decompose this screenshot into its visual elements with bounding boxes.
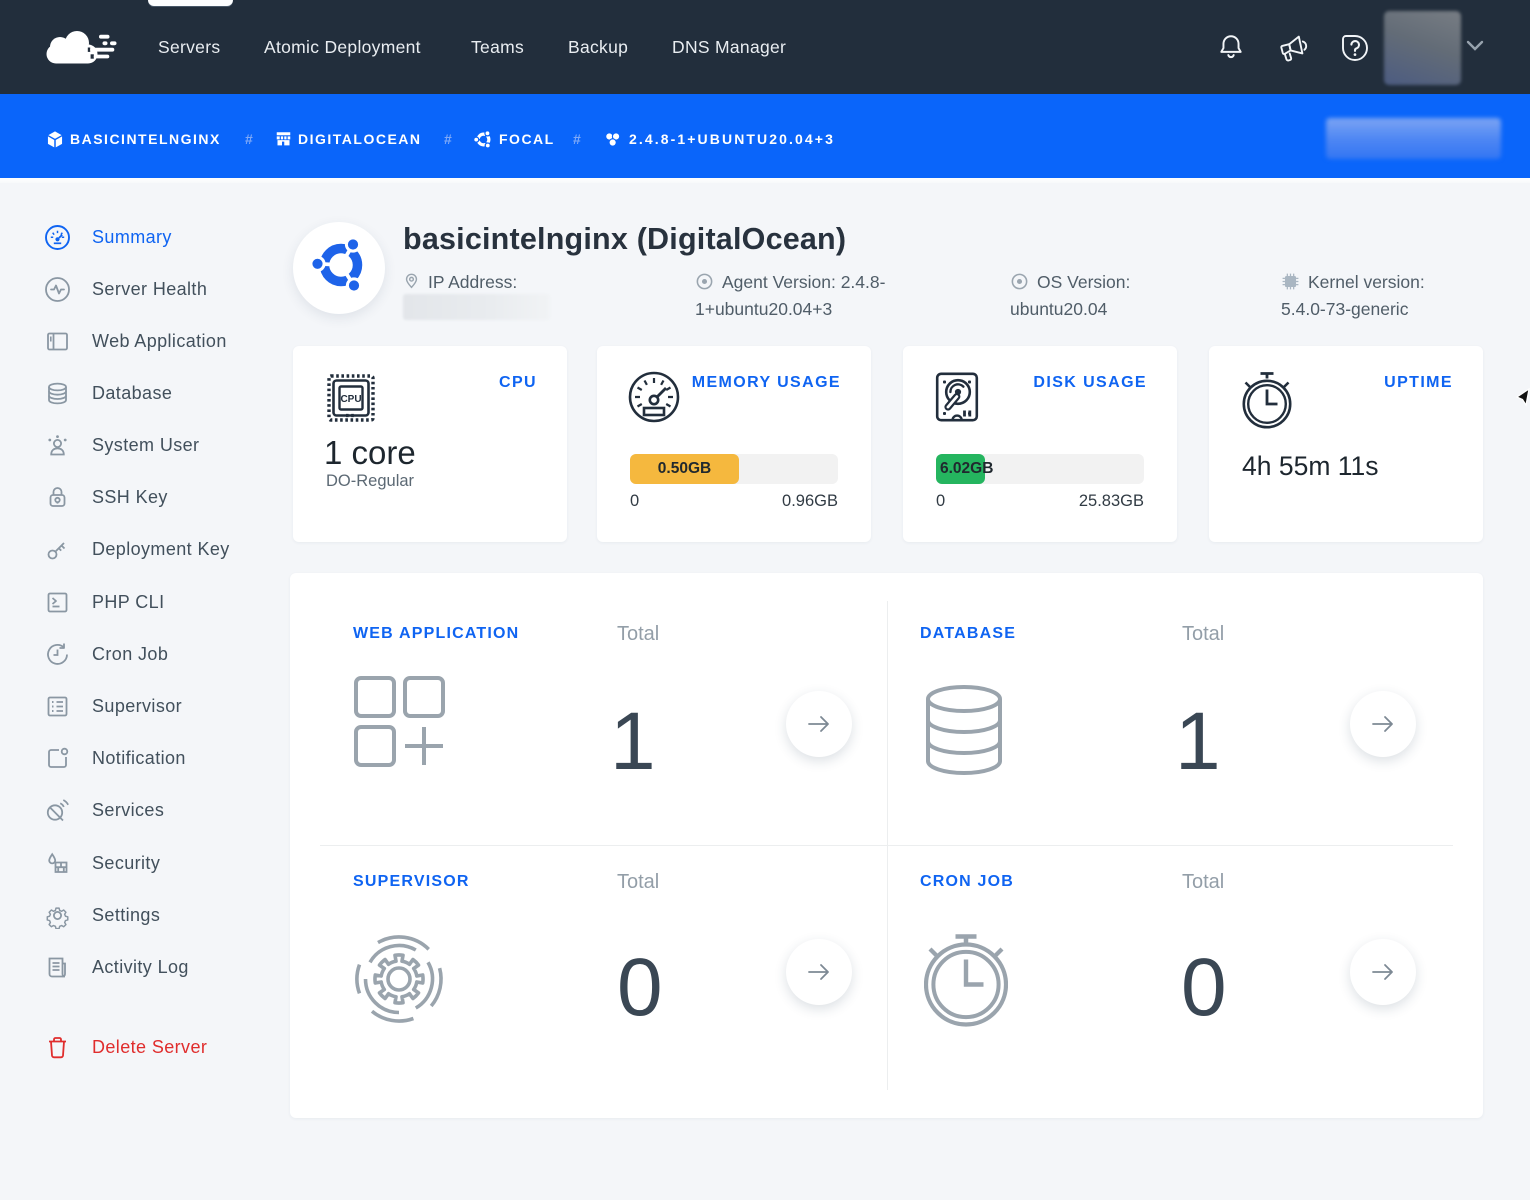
svg-text:CPU: CPU: [340, 394, 361, 405]
